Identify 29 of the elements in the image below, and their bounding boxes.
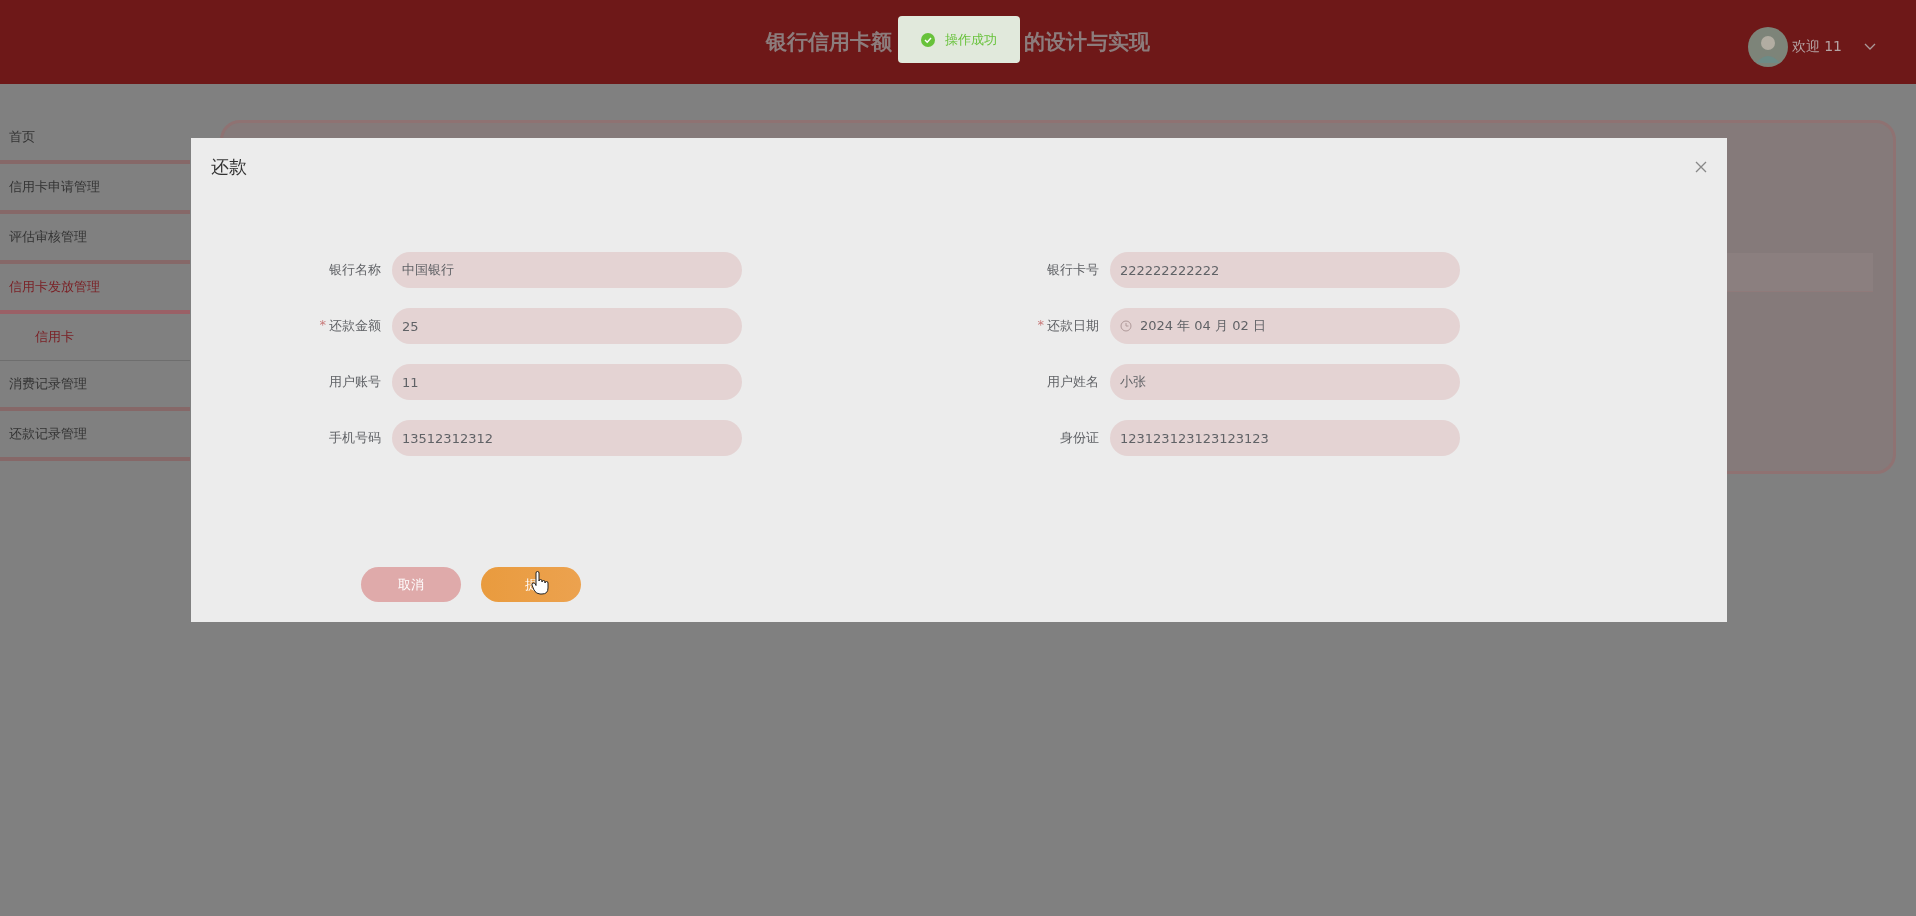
input-field[interactable]: 25 [392, 308, 742, 344]
input-field[interactable]: 222222222222 [1110, 252, 1460, 288]
date-field[interactable]: 2024 年 04 月 02 日 [1110, 308, 1460, 344]
check-circle-icon [921, 32, 935, 47]
input-field[interactable]: 123123123123123123 [1110, 420, 1460, 456]
chevron-down-icon[interactable] [1864, 43, 1876, 51]
field-label: 手机号码 [329, 429, 381, 447]
toast-text: 操作成功 [945, 30, 997, 49]
dialog-title: 还款 [211, 155, 247, 179]
site-title: 银行信用卡额 [766, 29, 892, 56]
field-label: 用户账号 [329, 373, 381, 391]
site-title: 的设计与实现 [1024, 29, 1150, 56]
close-icon[interactable] [1695, 161, 1707, 173]
field-label: 身份证 [1060, 429, 1099, 447]
input-field[interactable]: 11 [392, 364, 742, 400]
clock-icon [1120, 320, 1132, 332]
required-mark: * [1037, 317, 1044, 334]
input-field[interactable]: 中国银行 [392, 252, 742, 288]
input-field[interactable]: 13512312312 [392, 420, 742, 456]
field-label: 还款日期 [1047, 317, 1099, 335]
field-label: 用户姓名 [1047, 373, 1099, 391]
field-label: 银行卡号 [1047, 261, 1099, 279]
submenu-item[interactable]: 信用卡 [0, 314, 190, 361]
field-label: 还款金额 [329, 317, 381, 335]
avatar-icon[interactable] [1747, 27, 1788, 67]
welcome-text[interactable]: 欢迎 11 [1791, 38, 1842, 56]
input-field[interactable]: 小张 [1110, 364, 1460, 400]
required-mark: * [319, 317, 326, 334]
field-label: 银行名称 [329, 261, 381, 279]
